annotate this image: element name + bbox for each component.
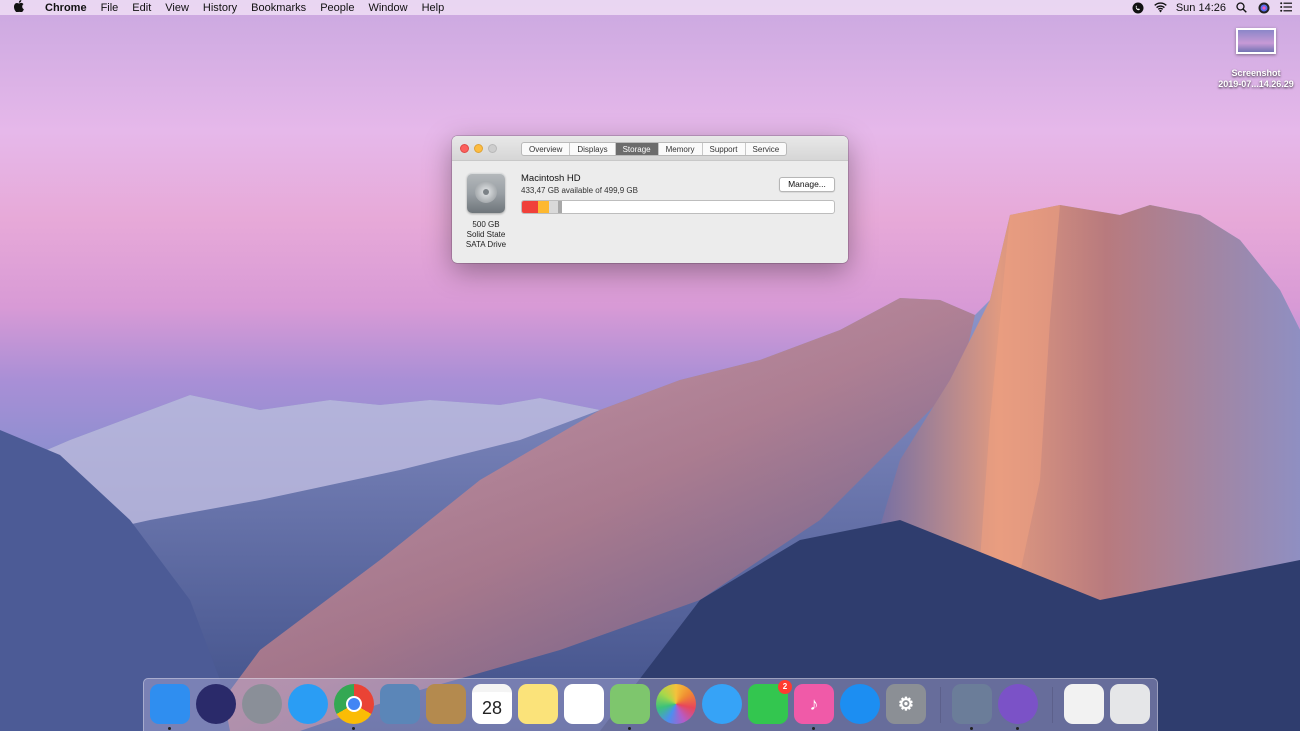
running-indicator (168, 727, 171, 730)
chrome-window-dock-icon[interactable] (1064, 684, 1104, 724)
window-titlebar[interactable]: Overview Displays Storage Memory Support… (452, 136, 848, 161)
about-this-mac-window: Overview Displays Storage Memory Support… (452, 136, 848, 263)
storage-usage-bar (521, 200, 835, 214)
yellow-segment (538, 201, 550, 213)
messages-dock-icon[interactable] (702, 684, 742, 724)
dock-separator (1052, 687, 1053, 723)
volume-available: 433,47 GB available of 499,9 GB (521, 186, 638, 195)
app-store-dock-icon[interactable] (840, 684, 880, 724)
tab-service[interactable]: Service (746, 143, 787, 155)
zoom-button (488, 144, 497, 153)
running-indicator (628, 727, 631, 730)
notes-dock-icon[interactable] (518, 684, 558, 724)
finder-dock-icon[interactable] (150, 684, 190, 730)
desktop-screenshot-file[interactable]: Screenshot 2019-07...14.26.29 (1212, 28, 1300, 90)
file-label-line2: 2019-07...14.26.29 (1218, 79, 1294, 89)
close-button[interactable] (460, 144, 469, 153)
menu-window[interactable]: Window (361, 2, 414, 14)
itunes-dock-icon[interactable]: ♪ (794, 684, 834, 730)
storage-pane: 500 GB Solid State SATA Drive Macintosh … (452, 161, 848, 262)
preview-dock-icon[interactable] (952, 684, 992, 730)
reminders-dock-icon[interactable] (564, 684, 604, 724)
tab-overview[interactable]: Overview (522, 143, 571, 155)
clock[interactable]: Sun 14:26 (1176, 2, 1226, 14)
photos-dock-icon[interactable] (656, 684, 696, 724)
menu-people[interactable]: People (313, 2, 361, 14)
running-indicator (352, 727, 355, 730)
file-label-line1: Screenshot (1231, 68, 1281, 78)
menu-bookmarks[interactable]: Bookmarks (244, 2, 313, 14)
lightgray-segment (549, 201, 559, 213)
apple-icon[interactable] (0, 0, 38, 15)
running-indicator (1016, 727, 1019, 730)
menu-file[interactable]: File (94, 2, 126, 14)
itunes-glyph: ♪ (809, 693, 819, 714)
file-label: Screenshot 2019-07...14.26.29 (1212, 68, 1300, 90)
notefile-dock-icon[interactable] (426, 684, 466, 724)
dock-separator (940, 687, 941, 723)
hard-drive-icon (467, 173, 505, 213)
notification-badge: 2 (778, 680, 792, 694)
trash-dock-icon[interactable] (1110, 684, 1150, 724)
safari-dock-icon[interactable] (288, 684, 328, 724)
launchpad-dock-icon[interactable] (242, 684, 282, 724)
menu-app-name[interactable]: Chrome (38, 2, 94, 14)
calendar-dock-icon[interactable]: 28 (472, 684, 512, 724)
menu-bar: Chrome File Edit View History Bookmarks … (0, 0, 1300, 15)
wifi-icon[interactable] (1154, 1, 1167, 14)
tab-displays[interactable]: Displays (570, 143, 616, 155)
notification-center-icon[interactable] (1280, 1, 1292, 14)
disk-capacity: 500 GB (472, 220, 500, 229)
system-preferences-glyph: ⚙ (897, 693, 915, 714)
spotlight-search-icon[interactable] (1236, 1, 1248, 14)
viber-tray-icon[interactable] (1132, 2, 1144, 14)
tab-memory[interactable]: Memory (659, 143, 703, 155)
viber-dock-icon[interactable] (998, 684, 1038, 730)
calendar-glyph: 28 (481, 697, 503, 718)
facetime-dock-icon[interactable]: 2 (748, 680, 792, 724)
running-indicator (812, 727, 815, 730)
screenshot-thumbnail[interactable] (1236, 28, 1276, 54)
running-indicator (970, 727, 973, 730)
dock: 28 2 ♪ ⚙ (143, 678, 1158, 731)
manage-button[interactable]: Manage... (779, 177, 835, 192)
siri-dock-icon[interactable] (196, 684, 236, 724)
chrome-dock-icon[interactable] (334, 684, 374, 730)
minimize-button[interactable] (474, 144, 483, 153)
tab-storage[interactable]: Storage (615, 143, 659, 155)
gray-segment (558, 201, 562, 213)
mail-hawk-dock-icon[interactable] (380, 684, 420, 724)
desktop-wallpaper (0, 205, 1300, 731)
disk-caption: 500 GB Solid State SATA Drive (460, 220, 512, 250)
menu-edit[interactable]: Edit (125, 2, 158, 14)
siri-icon[interactable] (1258, 2, 1270, 14)
disk-type-line1: Solid State (466, 230, 506, 239)
system-preferences-dock-icon[interactable]: ⚙ (886, 684, 926, 724)
disk-type-line2: SATA Drive (465, 240, 507, 249)
segmented-tabs: Overview Displays Storage Memory Support… (521, 142, 788, 156)
volume-name: Macintosh HD (521, 173, 581, 184)
menu-history[interactable]: History (196, 2, 244, 14)
tab-support[interactable]: Support (703, 143, 746, 155)
red-segment (522, 201, 539, 213)
menu-help[interactable]: Help (415, 2, 452, 14)
menu-view[interactable]: View (158, 2, 196, 14)
maps-dock-icon[interactable] (610, 684, 650, 730)
